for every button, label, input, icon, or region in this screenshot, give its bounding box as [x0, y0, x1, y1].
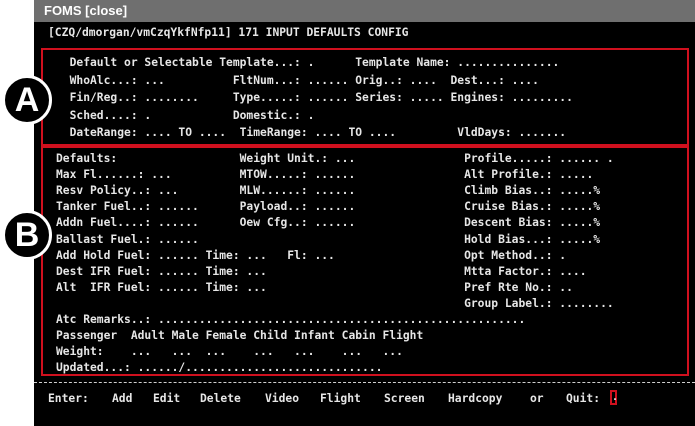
cursor-char: . — [612, 392, 619, 403]
command-or-label: or — [530, 392, 544, 405]
command-edit[interactable]: Edit — [153, 392, 180, 406]
section-a-line[interactable]: Fin/Reg..: ........ Type.....: ...... Se… — [56, 91, 573, 105]
command-add[interactable]: Add — [112, 392, 132, 406]
callout-marker-b: B — [2, 210, 52, 260]
screen-header: [CZQ/dmorgan/vmCzqYkfNfp11] 171 INPUT DE… — [48, 26, 409, 39]
command-flight[interactable]: Flight — [320, 392, 361, 406]
terminal-window: FOMS [close] [CZQ/dmorgan/vmCzqYkfNfp11]… — [34, 0, 695, 426]
section-b-line[interactable]: Group Label.: ........ — [56, 297, 614, 311]
section-b-line[interactable]: Max Fl......: ... MTOW.....: ...... Alt … — [56, 168, 593, 182]
section-b-line[interactable]: Add Hold Fuel: ...... Time: ... Fl: ... … — [56, 249, 566, 263]
section-b-line[interactable]: Weight: ... ... ... ... ... ... ... — [56, 345, 403, 359]
window-titlebar: FOMS [close] — [34, 0, 695, 22]
command-hardcopy[interactable]: Hardcopy — [448, 392, 502, 406]
section-b-line[interactable]: Addn Fuel....: ...... Oew Cfg..: ...... … — [56, 216, 600, 230]
section-b-line[interactable]: Defaults: Weight Unit.: ... Profile.....… — [56, 152, 614, 166]
section-b-line[interactable]: Resv Policy..: ... MLW......: ...... Cli… — [56, 184, 600, 198]
callout-marker-a: A — [2, 75, 52, 125]
section-b-line[interactable]: Atc Remarks..: .........................… — [56, 313, 525, 327]
command-video[interactable]: Video — [265, 392, 299, 406]
section-b-line[interactable]: Alt IFR Fuel: ...... Time: ... Pref Rte … — [56, 281, 573, 295]
command-delete[interactable]: Delete — [200, 392, 241, 406]
command-quit[interactable]: Quit: — [566, 392, 600, 406]
command-screen[interactable]: Screen — [384, 392, 425, 406]
section-a-line[interactable]: WhoAlc...: ... FltNum...: ...... Orig..:… — [56, 74, 539, 88]
footer-separator — [34, 382, 695, 383]
section-b-line[interactable]: Dest IFR Fuel: ...... Time: ... Mtta Fac… — [56, 265, 587, 279]
section-a-line[interactable]: Sched....: . Domestic.: . — [56, 109, 315, 123]
section-b-line[interactable]: Updated...: ....../.....................… — [56, 361, 382, 375]
window-title[interactable]: FOMS [close] — [44, 3, 127, 18]
section-a-line[interactable]: Default or Selectable Template...: . Tem… — [56, 56, 560, 70]
command-prompt: Enter: — [48, 392, 89, 405]
section-b-line[interactable]: Tanker Fuel..: ...... Payload..: ...... … — [56, 200, 600, 214]
section-b-line[interactable]: Ballast Fuel.: ...... Hold Bias...: ....… — [56, 233, 600, 247]
input-cursor[interactable]: . — [610, 390, 619, 405]
section-a-line[interactable]: DateRange: .... TO .... TimeRange: .... … — [56, 126, 567, 140]
section-b-line[interactable]: Passenger Adult Male Female Child Infant… — [56, 329, 423, 343]
